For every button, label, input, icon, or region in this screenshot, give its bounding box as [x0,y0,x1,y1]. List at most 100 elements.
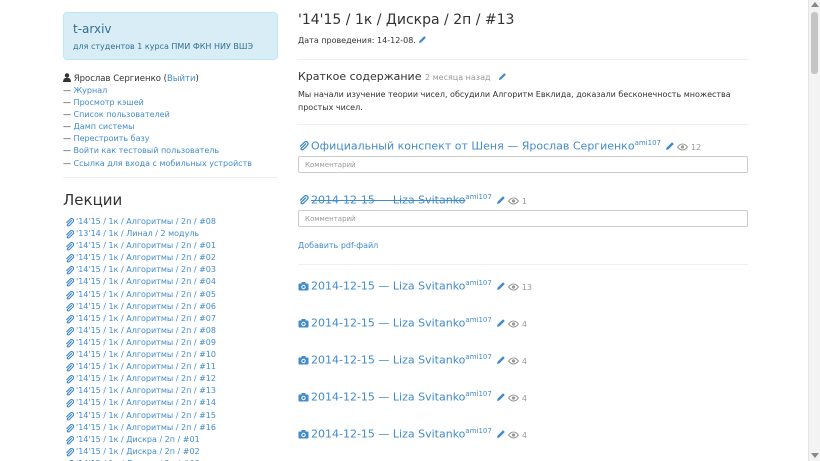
menu-link[interactable]: Войти как тестовый пользователь [74,146,220,155]
camera-icon [298,318,309,328]
menu-item: — Список пользователей [63,109,252,121]
camera-icon [298,355,309,365]
summary-age: 2 месяца назад [424,73,491,82]
eye-icon [507,394,519,402]
paperclip-icon [66,242,74,251]
menu-link[interactable]: Ссылка для входа с мобильных устройств [74,159,252,168]
paperclip-icon [66,338,74,348]
user-name: Ярослав Сергиенко [73,74,161,84]
summary-text: Мы начали изучение теории чисел, обсудил… [298,90,731,112]
eye-icon [507,283,519,291]
attachment-title-link[interactable]: 2014-12-15 — Liza Svitanko [311,391,465,404]
paperclip-icon [66,387,74,396]
menu-dash: — [63,158,74,168]
edit-pencil-icon[interactable] [496,281,506,291]
attachment-title-link[interactable]: 2014-12-15 — Liza Svitanko [311,194,465,207]
edit-pencil-icon[interactable] [496,429,506,439]
user-line: Ярослав Сергиенко (Выйти) [63,73,199,85]
lecture-link[interactable]: '14'15 / 1к / Алгоритмы / 2п / #02 [76,253,216,262]
menu-dash: — [63,110,74,120]
user-icon [63,73,71,82]
eye-icon [676,143,688,151]
menu-item: — Дамп системы [63,121,252,133]
edit-pencil-icon[interactable] [496,355,506,365]
menu-dash: — [63,122,74,132]
lecture-item: '14'15 / 1к / Дискра / 2п / #01 [66,434,216,446]
menu-dash: — [63,98,74,108]
attachment-title-link[interactable]: 2014-12-15 — Liza Svitanko [311,354,465,367]
lecture-link[interactable]: '14'15 / 1к / Алгоритмы / 2п / #03 [76,265,216,274]
scrollbar-thumb[interactable] [811,12,818,74]
lecture-link[interactable]: '14'15 / 1к / Алгоритмы / 2п / #01 [76,241,216,250]
lecture-link[interactable]: '14'15 / 1к / Алгоритмы / 2п / #06 [76,302,216,311]
menu-link[interactable]: Список пользователей [74,110,170,119]
edit-pencil-icon[interactable] [496,195,506,205]
menu-item: — Журнал [63,85,252,97]
menu-link[interactable]: Перестроить базу [74,134,150,143]
lecture-item: '14'15 / 1к / Алгоритмы / 2п / #01 [66,240,216,252]
edit-pencil-icon[interactable] [665,141,675,151]
edit-pencil-icon[interactable] [496,392,506,402]
lecture-link[interactable]: '14'15 / 1к / Алгоритмы / 2п / #07 [76,314,216,323]
vertical-scrollbar[interactable] [808,0,820,461]
date-label: Дата проведения: 14-12-08. [298,36,416,45]
summary-heading-line: Краткое содержание 2 месяца назад [298,70,507,85]
lecture-link[interactable]: '14'15 / 1к / Алгоритмы / 2п / #05 [76,290,216,299]
brand-box[interactable]: t-arxiv для студентов 1 курса ПМИ ФКН НИ… [63,12,278,60]
eye-icon [507,357,519,365]
attachment-entry: 2014-12-15 — Liza Svitankoami107 4 [298,424,527,443]
menu-dash: — [63,134,74,144]
paperclip-icon [66,314,74,324]
scroll-up-arrow-icon[interactable] [811,2,819,7]
attachment-title-link[interactable]: 2014-12-15 — Liza Svitanko [311,428,465,441]
lecture-item: '14'15 / 1к / Алгоритмы / 2п / #16 [66,422,216,434]
lecture-link[interactable]: '14'15 / 1к / Дискра / 2п / #02 [76,447,200,456]
lecture-link[interactable]: '13'14 / 1к / Линал / 2 модуль [76,229,199,238]
paperclip-icon [66,351,74,360]
lecture-link[interactable]: '14'15 / 1к / Алгоритмы / 2п / #04 [76,277,216,286]
attachment-title-link[interactable]: Официальный конспект от Шеня — Ярослав С… [311,140,635,153]
lecture-link[interactable]: '14'15 / 1к / Алгоритмы / 2п / #10 [76,350,216,359]
lecture-link[interactable]: '14'15 / 1к / Алгоритмы / 2п / #09 [76,338,216,347]
lecture-link[interactable]: '14'15 / 1к / Алгоритмы / 2п / #13 [76,386,216,395]
lecture-link[interactable]: '14'15 / 1к / Алгоритмы / 2п / #08 [76,326,216,335]
menu-item: — Ссылка для входа с мобильных устройств [63,158,252,170]
edit-pencil-icon[interactable] [496,318,506,328]
scroll-down-arrow-icon[interactable] [811,453,819,458]
attachment-title-link[interactable]: 2014-12-15 — Liza Svitanko [311,317,465,330]
lecture-item: '14'15 / 1к / Алгоритмы / 2п / #07 [66,313,216,325]
attachment-entry: 2014-12-15 — Liza Svitankoami107 4 [298,387,527,406]
paperclip-icon [66,411,74,421]
lecture-link[interactable]: '14'15 / 1к / Алгоритмы / 2п / #08 [76,217,216,226]
comment-input[interactable]: Комментарий [298,210,748,227]
menu-link[interactable]: Просмотр кэшей [74,98,144,107]
view-count: 4 [521,430,527,440]
paperclip-icon [66,435,74,445]
edit-summary-pencil-icon[interactable] [498,72,507,81]
add-pdf-link[interactable]: Добавить pdf-файл [298,241,378,250]
logout-link[interactable]: Выйти [167,74,196,84]
attachment-title-link[interactable]: 2014-12-15 — Liza Svitanko [311,280,465,293]
menu-link[interactable]: Журнал [74,86,108,95]
lecture-link[interactable]: '14'15 / 1к / Алгоритмы / 2п / #16 [76,423,216,432]
lecture-item: '14'15 / 1к / Алгоритмы / 2п / #14 [66,397,216,409]
author-group-tag: ami107 [634,139,661,147]
attachment-entry: Официальный конспект от Шеня — Ярослав С… [298,136,701,155]
lecture-link[interactable]: '14'15 / 1к / Алгоритмы / 2п / #15 [76,411,216,420]
lecture-item: '14'15 / 1к / Алгоритмы / 2п / #11 [66,361,216,373]
lecture-link[interactable]: '14'15 / 1к / Алгоритмы / 2п / #14 [76,398,216,407]
menu-link[interactable]: Дамп системы [74,122,135,131]
author-group-tag: ami107 [465,390,492,398]
comment-input[interactable]: Комментарий [298,156,748,173]
lecture-link[interactable]: '14'15 / 1к / Алгоритмы / 2п / #12 [76,374,216,383]
divider [298,124,748,125]
edit-date-pencil-icon[interactable] [418,35,427,44]
lecture-item: '14'15 / 1к / Алгоритмы / 2п / #04 [66,276,216,288]
lectures-heading: Лекции [63,191,123,209]
lecture-link[interactable]: '14'15 / 1к / Алгоритмы / 2п / #11 [76,362,216,371]
lecture-item: '14'15 / 1к / Алгоритмы / 2п / #02 [66,252,216,264]
lecture-link[interactable]: '14'15 / 1к / Дискра / 2п / #01 [76,435,200,444]
brand-title[interactable]: t-arxiv [73,22,277,36]
attachment-entry: 2014-12-15 — Liza Svitankoami107 1 [298,190,527,209]
lecture-item: '13'14 / 1к / Линал / 2 модуль [66,228,216,240]
